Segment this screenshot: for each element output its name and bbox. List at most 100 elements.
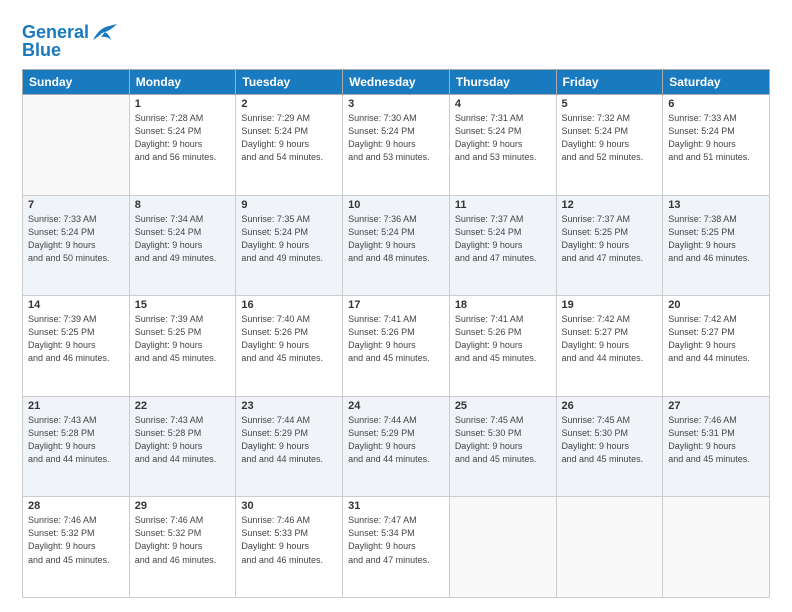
day-info: Sunrise: 7:38 AMSunset: 5:25 PMDaylight:…	[668, 213, 764, 265]
day-cell: 23 Sunrise: 7:44 AMSunset: 5:29 PMDayligh…	[236, 396, 343, 497]
day-number: 12	[562, 199, 658, 211]
day-number: 28	[28, 500, 124, 512]
day-header-sunday: Sunday	[23, 70, 130, 95]
day-info: Sunrise: 7:42 AMSunset: 5:27 PMDaylight:…	[562, 313, 658, 365]
day-info: Sunrise: 7:33 AMSunset: 5:24 PMDaylight:…	[28, 213, 124, 265]
week-row-4: 21Sunrise: 7:43 AMSunset: 5:28 PMDayligh…	[23, 396, 770, 497]
page: General Blue SundayMondayTuesdayWednesda…	[0, 0, 792, 612]
day-number: 13	[668, 199, 764, 211]
day-number: 11	[455, 199, 551, 211]
day-cell: 29 Sunrise: 7:46 AMSunset: 5:32 PMDayligh…	[129, 497, 236, 598]
day-info: Sunrise: 7:41 AMSunset: 5:26 PMDaylight:…	[455, 313, 551, 365]
day-info: Sunrise: 7:43 AMSunset: 5:28 PMDaylight:…	[135, 414, 231, 466]
day-info: Sunrise: 7:37 AMSunset: 5:25 PMDaylight:…	[562, 213, 658, 265]
day-cell: 15 Sunrise: 7:39 AMSunset: 5:25 PMDayligh…	[129, 296, 236, 397]
day-cell: 5 Sunrise: 7:32 AMSunset: 5:24 PMDaylight…	[556, 95, 663, 196]
week-row-1: 1Sunrise: 7:28 AMSunset: 5:24 PMDaylight…	[23, 95, 770, 196]
day-cell	[23, 95, 130, 196]
day-info: Sunrise: 7:46 AMSunset: 5:32 PMDaylight:…	[28, 514, 124, 566]
day-info: Sunrise: 7:28 AMSunset: 5:24 PMDaylight:…	[135, 112, 231, 164]
day-number: 22	[135, 400, 231, 412]
day-cell: 3 Sunrise: 7:30 AMSunset: 5:24 PMDaylight…	[343, 95, 450, 196]
day-header-saturday: Saturday	[663, 70, 770, 95]
day-cell: 4 Sunrise: 7:31 AMSunset: 5:24 PMDaylight…	[449, 95, 556, 196]
day-cell: 7 Sunrise: 7:33 AMSunset: 5:24 PMDaylight…	[23, 195, 130, 296]
day-info: Sunrise: 7:37 AMSunset: 5:24 PMDaylight:…	[455, 213, 551, 265]
day-info: Sunrise: 7:36 AMSunset: 5:24 PMDaylight:…	[348, 213, 444, 265]
day-info: Sunrise: 7:30 AMSunset: 5:24 PMDaylight:…	[348, 112, 444, 164]
day-number: 4	[455, 98, 551, 110]
day-number: 31	[348, 500, 444, 512]
day-number: 15	[135, 299, 231, 311]
day-header-wednesday: Wednesday	[343, 70, 450, 95]
day-header-friday: Friday	[556, 70, 663, 95]
day-info: Sunrise: 7:31 AMSunset: 5:24 PMDaylight:…	[455, 112, 551, 164]
day-cell: 11 Sunrise: 7:37 AMSunset: 5:24 PMDayligh…	[449, 195, 556, 296]
day-cell: 6Sunrise: 7:33 AMSunset: 5:24 PMDaylight…	[663, 95, 770, 196]
day-number: 29	[135, 500, 231, 512]
day-number: 8	[135, 199, 231, 211]
day-number: 5	[562, 98, 658, 110]
day-number: 10	[348, 199, 444, 211]
day-info: Sunrise: 7:39 AMSunset: 5:25 PMDaylight:…	[28, 313, 124, 365]
day-number: 9	[241, 199, 337, 211]
day-cell: 1Sunrise: 7:28 AMSunset: 5:24 PMDaylight…	[129, 95, 236, 196]
day-cell	[556, 497, 663, 598]
day-cell: 10 Sunrise: 7:36 AMSunset: 5:24 PMDayligh…	[343, 195, 450, 296]
day-info: Sunrise: 7:32 AMSunset: 5:24 PMDaylight:…	[562, 112, 658, 164]
day-header-thursday: Thursday	[449, 70, 556, 95]
day-number: 3	[348, 98, 444, 110]
day-info: Sunrise: 7:34 AMSunset: 5:24 PMDaylight:…	[135, 213, 231, 265]
week-row-3: 14 Sunrise: 7:39 AMSunset: 5:25 PMDayligh…	[23, 296, 770, 397]
day-number: 2	[241, 98, 337, 110]
day-cell: 28 Sunrise: 7:46 AMSunset: 5:32 PMDayligh…	[23, 497, 130, 598]
day-cell: 22 Sunrise: 7:43 AMSunset: 5:28 PMDayligh…	[129, 396, 236, 497]
day-info: Sunrise: 7:35 AMSunset: 5:24 PMDaylight:…	[241, 213, 337, 265]
week-row-2: 7 Sunrise: 7:33 AMSunset: 5:24 PMDaylight…	[23, 195, 770, 296]
day-cell: 12 Sunrise: 7:37 AMSunset: 5:25 PMDayligh…	[556, 195, 663, 296]
day-info: Sunrise: 7:46 AMSunset: 5:32 PMDaylight:…	[135, 514, 231, 566]
day-info: Sunrise: 7:45 AMSunset: 5:30 PMDaylight:…	[455, 414, 551, 466]
day-info: Sunrise: 7:44 AMSunset: 5:29 PMDaylight:…	[241, 414, 337, 466]
day-cell: 31 Sunrise: 7:47 AMSunset: 5:34 PMDayligh…	[343, 497, 450, 598]
day-number: 6	[668, 98, 764, 110]
day-number: 7	[28, 199, 124, 211]
day-cell: 18 Sunrise: 7:41 AMSunset: 5:26 PMDayligh…	[449, 296, 556, 397]
day-number: 18	[455, 299, 551, 311]
day-info: Sunrise: 7:46 AMSunset: 5:33 PMDaylight:…	[241, 514, 337, 566]
day-info: Sunrise: 7:47 AMSunset: 5:34 PMDaylight:…	[348, 514, 444, 566]
day-info: Sunrise: 7:39 AMSunset: 5:25 PMDaylight:…	[135, 313, 231, 365]
day-cell: 9 Sunrise: 7:35 AMSunset: 5:24 PMDaylight…	[236, 195, 343, 296]
day-cell: 20 Sunrise: 7:42 AMSunset: 5:27 PMDayligh…	[663, 296, 770, 397]
day-cell: 30 Sunrise: 7:46 AMSunset: 5:33 PMDayligh…	[236, 497, 343, 598]
day-cell	[663, 497, 770, 598]
day-number: 16	[241, 299, 337, 311]
day-number: 19	[562, 299, 658, 311]
day-info: Sunrise: 7:42 AMSunset: 5:27 PMDaylight:…	[668, 313, 764, 365]
day-cell: 13 Sunrise: 7:38 AMSunset: 5:25 PMDayligh…	[663, 195, 770, 296]
day-number: 27	[668, 400, 764, 412]
day-number: 23	[241, 400, 337, 412]
day-info: Sunrise: 7:29 AMSunset: 5:24 PMDaylight:…	[241, 112, 337, 164]
day-cell: 2 Sunrise: 7:29 AMSunset: 5:24 PMDaylight…	[236, 95, 343, 196]
day-cell: 25Sunrise: 7:45 AMSunset: 5:30 PMDayligh…	[449, 396, 556, 497]
day-number: 26	[562, 400, 658, 412]
day-number: 30	[241, 500, 337, 512]
day-info: Sunrise: 7:46 AMSunset: 5:31 PMDaylight:…	[668, 414, 764, 466]
day-number: 14	[28, 299, 124, 311]
day-cell: 16 Sunrise: 7:40 AMSunset: 5:26 PMDayligh…	[236, 296, 343, 397]
logo-bird-icon	[91, 22, 119, 44]
day-header-monday: Monday	[129, 70, 236, 95]
week-row-5: 28 Sunrise: 7:46 AMSunset: 5:32 PMDayligh…	[23, 497, 770, 598]
day-info: Sunrise: 7:43 AMSunset: 5:28 PMDaylight:…	[28, 414, 124, 466]
day-cell: 24Sunrise: 7:44 AMSunset: 5:29 PMDayligh…	[343, 396, 450, 497]
days-header-row: SundayMondayTuesdayWednesdayThursdayFrid…	[23, 70, 770, 95]
day-cell: 8 Sunrise: 7:34 AMSunset: 5:24 PMDaylight…	[129, 195, 236, 296]
calendar-body: 1Sunrise: 7:28 AMSunset: 5:24 PMDaylight…	[23, 95, 770, 598]
day-number: 24	[348, 400, 444, 412]
day-cell: 27 Sunrise: 7:46 AMSunset: 5:31 PMDayligh…	[663, 396, 770, 497]
calendar-table: SundayMondayTuesdayWednesdayThursdayFrid…	[22, 69, 770, 598]
day-number: 20	[668, 299, 764, 311]
day-cell: 14 Sunrise: 7:39 AMSunset: 5:25 PMDayligh…	[23, 296, 130, 397]
day-info: Sunrise: 7:40 AMSunset: 5:26 PMDaylight:…	[241, 313, 337, 365]
